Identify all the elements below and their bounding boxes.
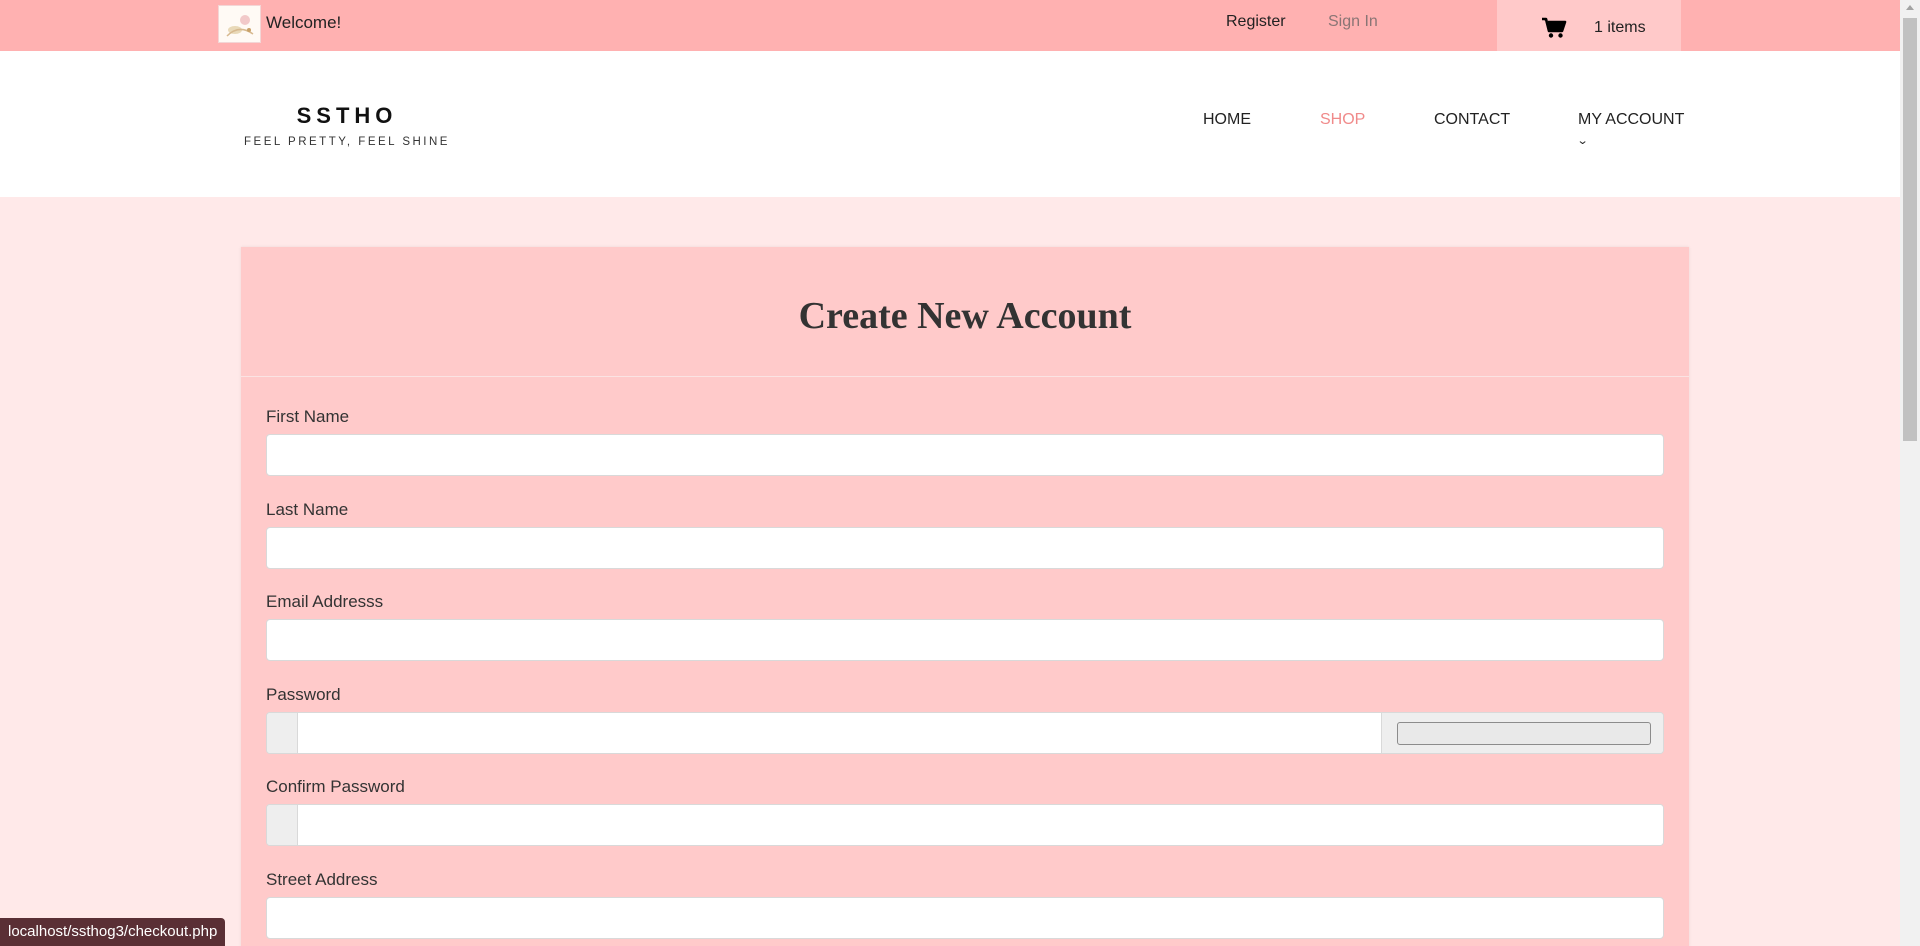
nav-shop[interactable]: SHOP <box>1320 111 1365 129</box>
page-title: Create New Account <box>798 295 1132 337</box>
password-strength-addon <box>1381 713 1663 753</box>
confirm-password-label: Confirm Password <box>266 777 405 796</box>
last-name-input[interactable] <box>266 527 1664 569</box>
password-input[interactable] <box>299 713 1381 753</box>
browser-status-url: localhost/ssthog3/checkout.php <box>0 918 226 946</box>
scroll-up-arrow-icon[interactable] <box>1906 5 1914 10</box>
logo-image <box>219 6 260 42</box>
top-bar: Welcome! Register Sign In 1 items <box>0 0 1900 51</box>
first-name-input[interactable] <box>266 434 1664 476</box>
confirm-password-addon <box>267 805 298 845</box>
nav-contact[interactable]: CONTACT <box>1434 111 1510 129</box>
scrollbar-thumb[interactable] <box>1903 18 1917 441</box>
street-address-input[interactable] <box>266 897 1664 939</box>
nav-my-account[interactable]: MY ACCOUNT <box>1578 111 1684 129</box>
welcome-text: Welcome! <box>266 13 342 32</box>
shopping-cart-icon <box>1541 17 1567 39</box>
email-input[interactable] <box>266 619 1664 661</box>
brand-tagline: FEEL PRETTY, FEEL SHINE <box>244 136 450 148</box>
brand-name: SSTHO <box>296 103 398 128</box>
password-addon <box>267 713 298 753</box>
cart-button[interactable]: 1 items <box>1497 0 1681 51</box>
last-name-label: Last Name <box>266 500 349 519</box>
sign-in-link[interactable]: Sign In <box>1328 13 1378 31</box>
chevron-down-icon[interactable]: ⌄ <box>1577 134 1589 147</box>
street-address-label: Street Address <box>266 870 378 889</box>
confirm-password-input[interactable] <box>299 805 1663 845</box>
confirm-password-input-group <box>266 804 1664 846</box>
first-name-label: First Name <box>266 407 350 426</box>
email-label: Email Addresss <box>266 592 384 611</box>
brand-logo[interactable]: SSTHO FEEL PRETTY, FEEL SHINE <box>244 103 450 148</box>
password-label: Password <box>266 685 341 704</box>
site-logo-thumbnail[interactable] <box>218 5 261 43</box>
create-account-card: Create New Account First Name Last Name … <box>241 247 1689 946</box>
cart-count: 1 items <box>1594 19 1646 36</box>
password-strength-meter <box>1397 722 1651 745</box>
page-scrollbar[interactable] <box>1900 0 1920 946</box>
nav-home[interactable]: HOME <box>1203 111 1251 129</box>
password-input-group <box>266 712 1664 754</box>
card-header: Create New Account <box>241 247 1689 377</box>
site-header: SSTHO FEEL PRETTY, FEEL SHINE HOME SHOP … <box>0 51 1900 197</box>
register-link[interactable]: Register <box>1226 13 1286 31</box>
